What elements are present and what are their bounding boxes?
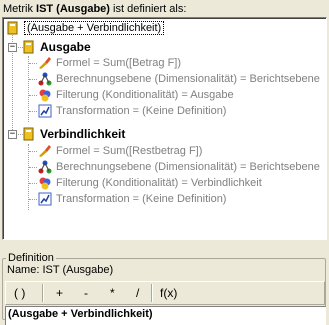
formula-icon — [39, 57, 51, 69]
tree-leaf-filter[interactable]: Filterung (Konditionalität) = Verbindlic… — [38, 175, 262, 191]
book-icon — [7, 21, 18, 35]
tree-node-verbindlichkeit[interactable]: Verbindlichkeit — [22, 126, 125, 142]
tree-root[interactable]: (Ausgabe + Verbindlichkeit) — [6, 20, 165, 36]
metric-name: IST (Ausgabe) — [36, 3, 110, 15]
function-button[interactable]: f(x) — [156, 283, 181, 303]
tree-leaf-label: Formel = Sum([Restbetrag F]) — [56, 145, 203, 157]
formula-text: (Ausgabe + Verbindlichkeit) — [8, 308, 153, 320]
filter-icon — [39, 177, 51, 190]
tree-leaf-formula[interactable]: Formel = Sum([Restbetrag F]) — [38, 143, 202, 159]
definition-name-prefix: Name: — [7, 264, 40, 276]
tree-line — [28, 56, 29, 122]
tree-node-label: Verbindlichkeit — [40, 127, 126, 141]
minus-button[interactable]: - — [80, 283, 92, 303]
transformation-icon — [38, 104, 52, 118]
collapse-toggle-verbindlichkeit[interactable]: − — [8, 130, 17, 139]
tree-leaf-label: Transformation = (Keine Definition) — [56, 193, 227, 205]
tree-leaf-label: Filterung (Konditionalität) = Ausgabe — [56, 89, 234, 101]
toolbar-separator — [42, 284, 44, 302]
divide-button[interactable]: / — [132, 283, 143, 303]
tree-leaf-calculation-level[interactable]: Berechnungsebene (Dimensionalität) = Ber… — [38, 71, 320, 87]
toolbar-separator — [151, 284, 153, 302]
tree-root-label: (Ausgabe + Verbindlichkeit) — [24, 21, 165, 35]
tree-leaf-label: Berechnungsebene (Dimensionalität) = Ber… — [56, 73, 320, 85]
tree-leaf-calculation-level[interactable]: Berechnungsebene (Dimensionalität) = Ber… — [38, 159, 320, 175]
definition-name-value: IST (Ausgabe) — [42, 264, 114, 276]
tree-line — [29, 79, 37, 80]
definition-name: Name: IST (Ausgabe) — [7, 264, 113, 276]
tree-line — [29, 151, 37, 152]
parentheses-button[interactable]: ( ) — [10, 283, 29, 303]
tree-node-ausgabe[interactable]: Ausgabe — [22, 39, 91, 55]
metric-header: Metrik IST (Ausgabe) ist definiert als: — [3, 3, 186, 15]
filter-icon — [39, 89, 51, 102]
calculation-level-icon — [38, 72, 52, 86]
transformation-icon — [38, 192, 52, 206]
tree-leaf-filter[interactable]: Filterung (Konditionalität) = Ausgabe — [38, 87, 234, 103]
definition-group-label: Definition — [6, 252, 56, 264]
tree-leaf-label: Berechnungsebene (Dimensionalität) = Ber… — [56, 161, 320, 173]
operator-toolbar: ( ) + - * / f(x) — [5, 281, 325, 305]
metric-tree[interactable]: (Ausgabe + Verbindlichkeit) − Ausgabe Fo… — [2, 17, 327, 240]
collapse-toggle-ausgabe[interactable]: − — [8, 43, 17, 52]
multiply-button[interactable]: * — [106, 283, 119, 303]
tree-line — [29, 111, 37, 112]
book-icon — [23, 40, 34, 54]
tree-leaf-transformation[interactable]: Transformation = (Keine Definition) — [38, 103, 226, 119]
tree-line — [29, 95, 37, 96]
tree-leaf-transformation[interactable]: Transformation = (Keine Definition) — [38, 191, 226, 207]
tree-leaf-label: Transformation = (Keine Definition) — [56, 105, 227, 117]
formula-editor[interactable]: (Ausgabe + Verbindlichkeit) — [5, 306, 326, 325]
tree-leaf-label: Filterung (Konditionalität) = Verbindlic… — [56, 177, 262, 189]
pane-splitter[interactable] — [0, 240, 329, 244]
formula-icon — [39, 145, 51, 157]
tree-line — [29, 183, 37, 184]
tree-leaf-formula[interactable]: Formel = Sum([Betrag F]) — [38, 55, 181, 71]
tree-line — [29, 63, 37, 64]
tree-line — [29, 199, 37, 200]
plus-button[interactable]: + — [52, 283, 67, 303]
metric-suffix: ist definiert als: — [113, 3, 187, 15]
tree-node-label: Ausgabe — [40, 40, 91, 54]
tree-leaf-label: Formel = Sum([Betrag F]) — [56, 57, 182, 69]
calculation-level-icon — [38, 160, 52, 174]
tree-line — [29, 167, 37, 168]
metric-prefix: Metrik — [3, 3, 33, 15]
book-icon — [23, 127, 34, 141]
tree-line — [28, 144, 29, 210]
